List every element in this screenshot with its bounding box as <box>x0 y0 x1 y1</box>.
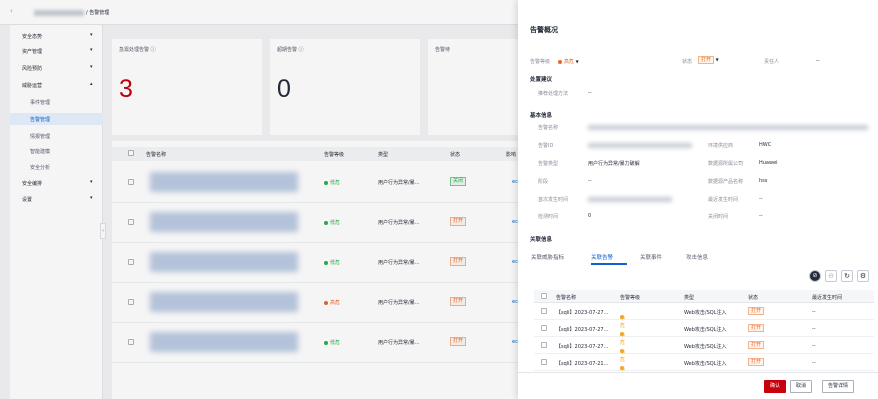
header-type: 类型 <box>684 295 695 301</box>
row-checkbox[interactable] <box>541 359 547 365</box>
last-time-label: 最近发生时间 <box>708 197 739 203</box>
section-associated-info: 关联信息 <box>530 237 553 243</box>
status-select[interactable]: 打开 ▼ <box>698 56 719 64</box>
associated-alarm-row[interactable]: 【sqli】2023-07-27... 中危 Web攻击/SQL注入 打开 -- <box>534 320 874 346</box>
alarm-id-redacted <box>588 143 692 148</box>
data-source-label: 数据源所属公司 <box>708 161 744 167</box>
tab-associated-alarms[interactable]: 关联告警 <box>591 253 613 261</box>
modal-backdrop[interactable] <box>0 0 518 399</box>
header-name: 告警名称 <box>556 295 577 301</box>
alarm-name-label: 告警名称 <box>538 125 559 131</box>
tab-associated-threat-indicators[interactable]: 关联威胁指标 <box>531 253 564 261</box>
time-cell: -- <box>812 360 816 366</box>
type-cell: Web攻击/SQL注入 <box>684 310 727 316</box>
status-badge: 打开 <box>698 56 715 64</box>
env-label: 环境供应商 <box>708 143 734 149</box>
type-cell: Web攻击/SQL注入 <box>684 361 727 367</box>
status-badge: 打开 <box>748 358 765 366</box>
alarm-name[interactable]: 【sqli】2023-07-27... <box>556 309 608 316</box>
stage-label: 阶段 <box>538 179 549 185</box>
section-basic-info: 基本信息 <box>530 113 553 119</box>
type-cell: Web攻击/SQL注入 <box>684 327 727 333</box>
chevron-down-icon: ▼ <box>715 57 719 62</box>
panel-footer: 确认 取消 告警详情 <box>518 372 878 399</box>
tab-attack-info[interactable]: 攻击信息 <box>686 253 708 261</box>
product-label: 数据源产品名称 <box>708 179 744 185</box>
type-value: 用户行为异常/暴力破解 <box>588 161 640 167</box>
alarm-name[interactable]: 【sqli】2023-07-27... <box>556 326 608 333</box>
level-value: 高危 <box>564 59 575 65</box>
row-checkbox[interactable] <box>541 342 547 348</box>
active-tab-indicator <box>591 263 627 265</box>
level-label: 告警等级 <box>530 59 551 65</box>
tab-associated-incidents[interactable]: 关联事件 <box>640 253 662 261</box>
level-dot-icon <box>558 59 562 64</box>
associated-alarm-row[interactable]: 【sqli】2023-07-27... 中危 Web攻击/SQL注入 打开 -- <box>534 337 874 363</box>
unlink-icon[interactable]: ⊖ <box>825 270 837 282</box>
product-value: hss <box>759 178 768 184</box>
time-cell: -- <box>812 326 816 332</box>
count-label: 检测时间 <box>538 214 559 220</box>
status-badge: 打开 <box>748 307 765 315</box>
time-cell: -- <box>812 343 816 349</box>
stage-value: -- <box>588 178 592 184</box>
advice-label: 推荐处理方法 <box>538 91 569 97</box>
section-advice: 处置建议 <box>530 77 553 83</box>
alarm-name[interactable]: 【sqli】2023-07-21... <box>556 360 608 367</box>
confirm-button[interactable]: 确认 <box>764 380 787 393</box>
header-status: 状态 <box>748 295 759 301</box>
last-time-value: -- <box>759 196 763 202</box>
alarm-name[interactable]: 【sqli】2023-07-27... <box>556 343 608 350</box>
refresh-icon[interactable]: ↻ <box>841 270 853 282</box>
owner-label: 责任人 <box>764 59 780 65</box>
env-value: HWC <box>759 142 772 148</box>
type-label: 告警类型 <box>538 161 559 167</box>
settings-gear-icon[interactable]: ⚙ <box>857 270 869 282</box>
select-all-checkbox[interactable] <box>541 293 547 299</box>
link-icon[interactable]: ⊘ <box>809 270 821 282</box>
status-badge: 打开 <box>748 341 765 349</box>
level-select[interactable]: 高危 ▼ <box>558 58 579 65</box>
alarm-detail-button[interactable]: 告警详情 <box>822 380 855 393</box>
alarm-overview-drawer: 告警概况 告警等级 高危 ▼ 状态 打开 ▼ 责任人 -- 处置建议 推荐处理方… <box>518 0 878 399</box>
header-last-time: 最近发生时间 <box>812 295 843 301</box>
time-cell: -- <box>812 309 816 315</box>
owner-value: -- <box>816 58 820 64</box>
first-time-label: 首次发生时间 <box>538 197 569 203</box>
panel-title: 告警概况 <box>530 26 558 34</box>
cancel-button[interactable]: 取消 <box>790 380 813 393</box>
status-label: 状态 <box>682 59 693 65</box>
status-badge: 打开 <box>748 324 765 332</box>
advice-value: -- <box>588 90 592 96</box>
close-time-value: -- <box>759 213 763 219</box>
type-cell: Web攻击/SQL注入 <box>684 344 727 350</box>
first-time-redacted <box>588 197 672 202</box>
associated-alarm-row[interactable]: 【sqli】2023-07-27... 中危 Web攻击/SQL注入 打开 -- <box>534 303 874 329</box>
associated-alarm-row[interactable]: 【sqli】2023-07-21... 中危 Web攻击/SQL注入 打开 -- <box>534 354 874 380</box>
chevron-down-icon: ▼ <box>575 59 579 64</box>
close-time-label: 关闭时间 <box>708 214 729 220</box>
row-checkbox[interactable] <box>541 325 547 331</box>
data-source-value: Huawei <box>759 160 778 166</box>
count-value: 0 <box>588 213 592 219</box>
associated-alarms-header: 告警名称 告警等级 类型 状态 最近发生时间 <box>534 290 874 303</box>
alarm-id-label: 告警ID <box>538 143 554 149</box>
header-level: 告警等级 <box>620 295 641 301</box>
alarm-name-redacted <box>588 125 868 130</box>
row-checkbox[interactable] <box>541 308 547 314</box>
